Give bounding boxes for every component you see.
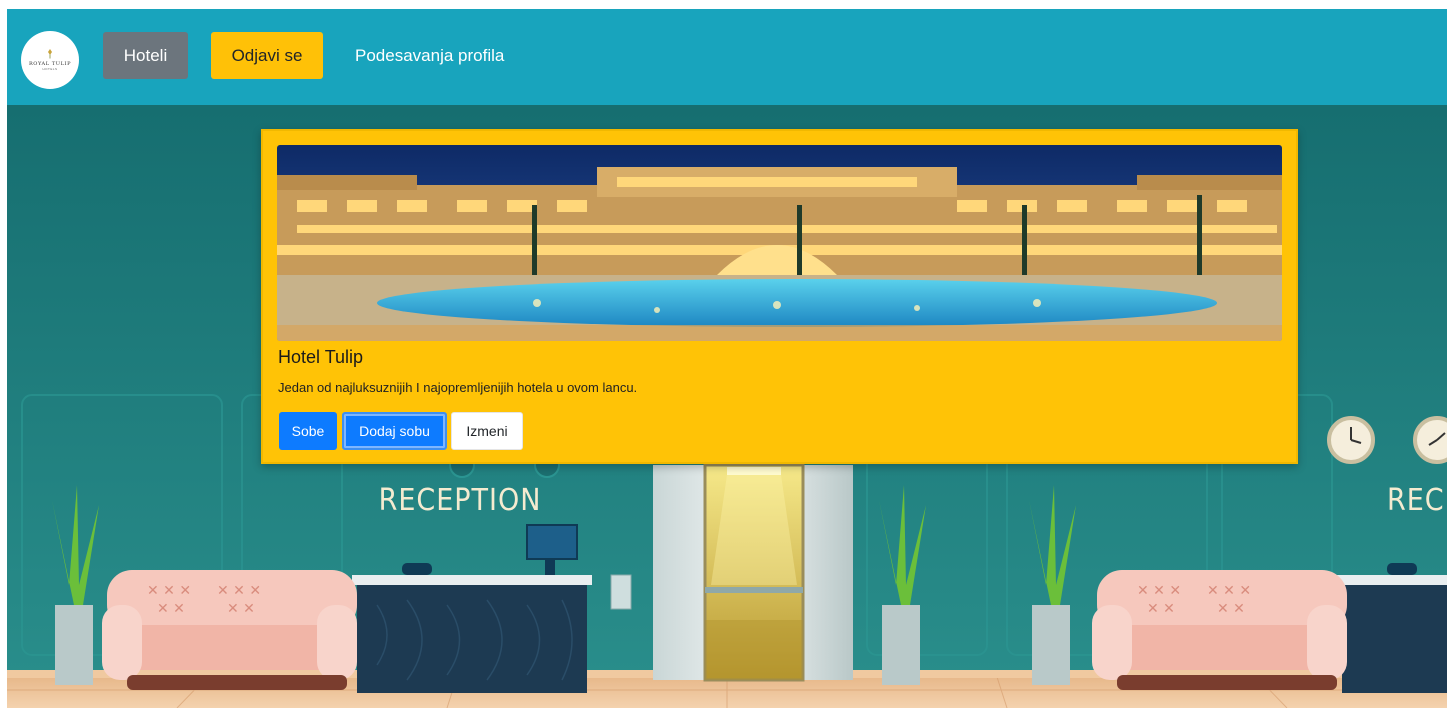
svg-text:✕ ✕: ✕ ✕ [1147, 601, 1175, 617]
reception-sign-left: RECEPTION [379, 483, 542, 518]
svg-text:✕ ✕ ✕: ✕ ✕ ✕ [217, 583, 261, 599]
dodaj-sobu-button[interactable]: Dodaj sobu [342, 412, 447, 450]
profile-settings-link[interactable]: Podesavanja profila [355, 32, 504, 79]
hotel-card: Hotel Tulip Jedan od najluksuznijih I na… [261, 129, 1298, 464]
app-frame: ROYAL TULIP HOTELS Hoteli Odjavi se Pode… [7, 9, 1447, 708]
hotel-description: Jedan od najluksuznijih I najopremljenij… [278, 380, 638, 395]
hoteli-button[interactable]: Hoteli [103, 32, 188, 79]
hotel-photo [277, 145, 1282, 341]
svg-text:✕ ✕: ✕ ✕ [157, 601, 185, 617]
logo-tag-text: HOTELS [42, 67, 58, 71]
izmeni-button[interactable]: Izmeni [451, 412, 523, 450]
svg-text:✕ ✕ ✕: ✕ ✕ ✕ [1207, 583, 1251, 599]
top-navbar: ROYAL TULIP HOTELS Hoteli Odjavi se Pode… [7, 9, 1447, 105]
sobe-button[interactable]: Sobe [279, 412, 337, 450]
svg-text:✕ ✕ ✕: ✕ ✕ ✕ [1137, 583, 1181, 599]
svg-text:✕ ✕: ✕ ✕ [1217, 601, 1245, 617]
svg-text:✕ ✕: ✕ ✕ [227, 601, 255, 617]
clock-icon [1413, 416, 1447, 464]
svg-text:✕ ✕ ✕: ✕ ✕ ✕ [147, 583, 191, 599]
odjavi-button[interactable]: Odjavi se [211, 32, 323, 79]
tulip-icon [48, 49, 52, 59]
clock-icon [1327, 416, 1375, 464]
royal-tulip-logo[interactable]: ROYAL TULIP HOTELS [21, 31, 79, 89]
reception-sign-right: RECEPTION [1387, 483, 1447, 518]
hotel-title: Hotel Tulip [278, 347, 364, 367]
